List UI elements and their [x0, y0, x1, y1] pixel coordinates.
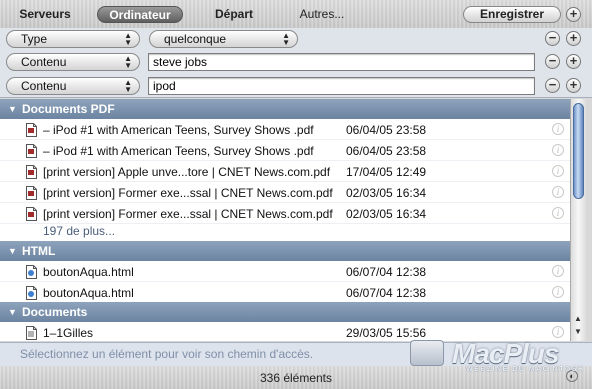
group-title: Documents — [22, 305, 88, 319]
content-search-field[interactable]: steve jobs — [148, 53, 535, 71]
criterion-value-popup[interactable]: quelconque ▲ ▼ — [149, 30, 298, 48]
add-criterion-button[interactable]: + — [566, 54, 581, 69]
watermark-tagline: WEBZINE DU MACINTOSH — [466, 366, 585, 373]
criterion-attribute-label: Type — [21, 32, 48, 46]
results-scrollbar[interactable]: ▲ ▼ — [570, 99, 586, 341]
result-row[interactable]: [print version] Former exe...ssal | CNET… — [0, 204, 570, 224]
criterion-value-label: quelconque — [164, 32, 227, 46]
disclosure-triangle-icon[interactable]: ▼ — [8, 302, 17, 322]
criterion-attribute-label: Contenu — [21, 55, 67, 69]
content-search-field[interactable]: ipod — [148, 77, 535, 95]
result-date: 17/04/05 12:49 — [346, 165, 427, 179]
info-icon[interactable]: i — [552, 286, 564, 298]
remove-criterion-button[interactable]: − — [545, 31, 560, 46]
add-scope-button[interactable]: + — [566, 7, 581, 22]
popup-arrows-icon: ▲ ▼ — [282, 31, 290, 47]
scroll-up-arrow-icon[interactable]: ▲ — [574, 314, 582, 323]
group-header-pdf[interactable]: ▼ Documents PDF — [0, 99, 570, 119]
save-search-button[interactable]: Enregistrer — [463, 6, 561, 23]
result-name: – iPod #1 with American Teens, Survey Sh… — [43, 144, 314, 158]
result-date: 06/07/04 12:38 — [346, 265, 427, 279]
search-criteria: Type ▲ ▼ quelconque ▲ ▼ − + Contenu ▲ ▼ ste… — [0, 28, 592, 98]
info-icon[interactable]: i — [552, 165, 564, 177]
scope-home-button[interactable]: Départ — [202, 6, 266, 23]
add-criterion-button[interactable]: + — [566, 31, 581, 46]
scope-servers-button[interactable]: Serveurs — [10, 6, 80, 23]
results-list: ▼ Documents PDF – iPod #1 with American … — [0, 99, 570, 341]
result-name: boutonAqua.html — [43, 286, 134, 300]
disclosure-triangle-icon[interactable]: ▼ — [8, 241, 17, 261]
mac-logo-icon — [410, 340, 444, 366]
popup-arrows-icon: ▲ ▼ — [124, 78, 132, 94]
pdf-document-icon — [26, 123, 37, 137]
criterion-attribute-popup[interactable]: Type ▲ ▼ — [6, 30, 140, 48]
info-icon[interactable]: i — [552, 123, 564, 135]
result-row[interactable]: [print version] Apple unve...tore | CNET… — [0, 162, 570, 182]
remove-criterion-button[interactable]: − — [545, 54, 560, 69]
result-row[interactable]: – iPod #1 with American Teens, Survey Sh… — [0, 120, 570, 140]
group-title: Documents PDF — [22, 102, 115, 116]
group-header-documents[interactable]: ▼ Documents — [0, 302, 570, 322]
criterion-attribute-label: Contenu — [21, 79, 67, 93]
pdf-document-icon — [26, 186, 37, 200]
criterion-attribute-popup[interactable]: Contenu ▲ ▼ — [6, 77, 140, 95]
more-results-link[interactable]: 197 de plus... — [43, 224, 115, 238]
info-icon[interactable]: i — [552, 265, 564, 277]
criterion-attribute-popup[interactable]: Contenu ▲ ▼ — [6, 53, 140, 71]
info-icon[interactable]: i — [552, 326, 564, 338]
group-header-html[interactable]: ▼ HTML — [0, 241, 570, 261]
result-name: boutonAqua.html — [43, 265, 134, 279]
result-row[interactable]: – iPod #1 with American Teens, Survey Sh… — [0, 141, 570, 161]
result-name: [print version] Former exe...ssal | CNET… — [43, 186, 333, 200]
pdf-document-icon — [26, 165, 37, 179]
info-icon[interactable]: i — [552, 144, 564, 156]
text-document-icon — [26, 326, 37, 340]
scope-computer-button[interactable]: Ordinateur — [97, 6, 183, 23]
add-criterion-button[interactable]: + — [566, 78, 581, 93]
search-toolbar: Serveurs Ordinateur Départ Autres... Enr… — [0, 0, 592, 28]
result-date: 02/03/05 16:34 — [346, 186, 427, 200]
group-title: HTML — [22, 244, 56, 258]
result-name: – iPod #1 with American Teens, Survey Sh… — [43, 123, 314, 137]
pdf-document-icon — [26, 207, 37, 221]
path-hint-text: Sélectionnez un élément pour voir son ch… — [20, 347, 314, 361]
popup-arrows-icon: ▲ ▼ — [124, 54, 132, 70]
disclosure-triangle-icon[interactable]: ▼ — [8, 99, 17, 119]
result-row[interactable]: boutonAqua.html 06/07/04 12:38 i — [0, 283, 570, 303]
watermark-logo: MacPlus WEBZINE DU MACINTOSH — [410, 338, 585, 384]
result-name: [print version] Apple unve...tore | CNET… — [43, 165, 331, 179]
scrollbar-thumb[interactable] — [573, 103, 584, 199]
pdf-document-icon — [26, 144, 37, 158]
info-icon[interactable]: i — [552, 186, 564, 198]
scroll-down-arrow-icon[interactable]: ▼ — [574, 327, 582, 336]
result-date: 06/04/05 23:58 — [346, 123, 427, 137]
result-name: [print version] Former exe...ssal | CNET… — [43, 207, 333, 221]
html-document-icon — [26, 265, 37, 279]
result-date: 06/04/05 23:58 — [346, 144, 427, 158]
info-icon[interactable]: i — [552, 207, 564, 219]
result-date: 02/03/05 16:34 — [346, 207, 427, 221]
html-document-icon — [26, 286, 37, 300]
remove-criterion-button[interactable]: − — [545, 78, 560, 93]
result-name: 1–1Gilles — [43, 326, 94, 340]
popup-arrows-icon: ▲ ▼ — [124, 31, 132, 47]
result-date: 06/07/04 12:38 — [346, 286, 427, 300]
scope-others-button[interactable]: Autres... — [287, 6, 357, 23]
result-row[interactable]: boutonAqua.html 06/07/04 12:38 i — [0, 262, 570, 282]
result-row[interactable]: [print version] Former exe...ssal | CNET… — [0, 183, 570, 203]
